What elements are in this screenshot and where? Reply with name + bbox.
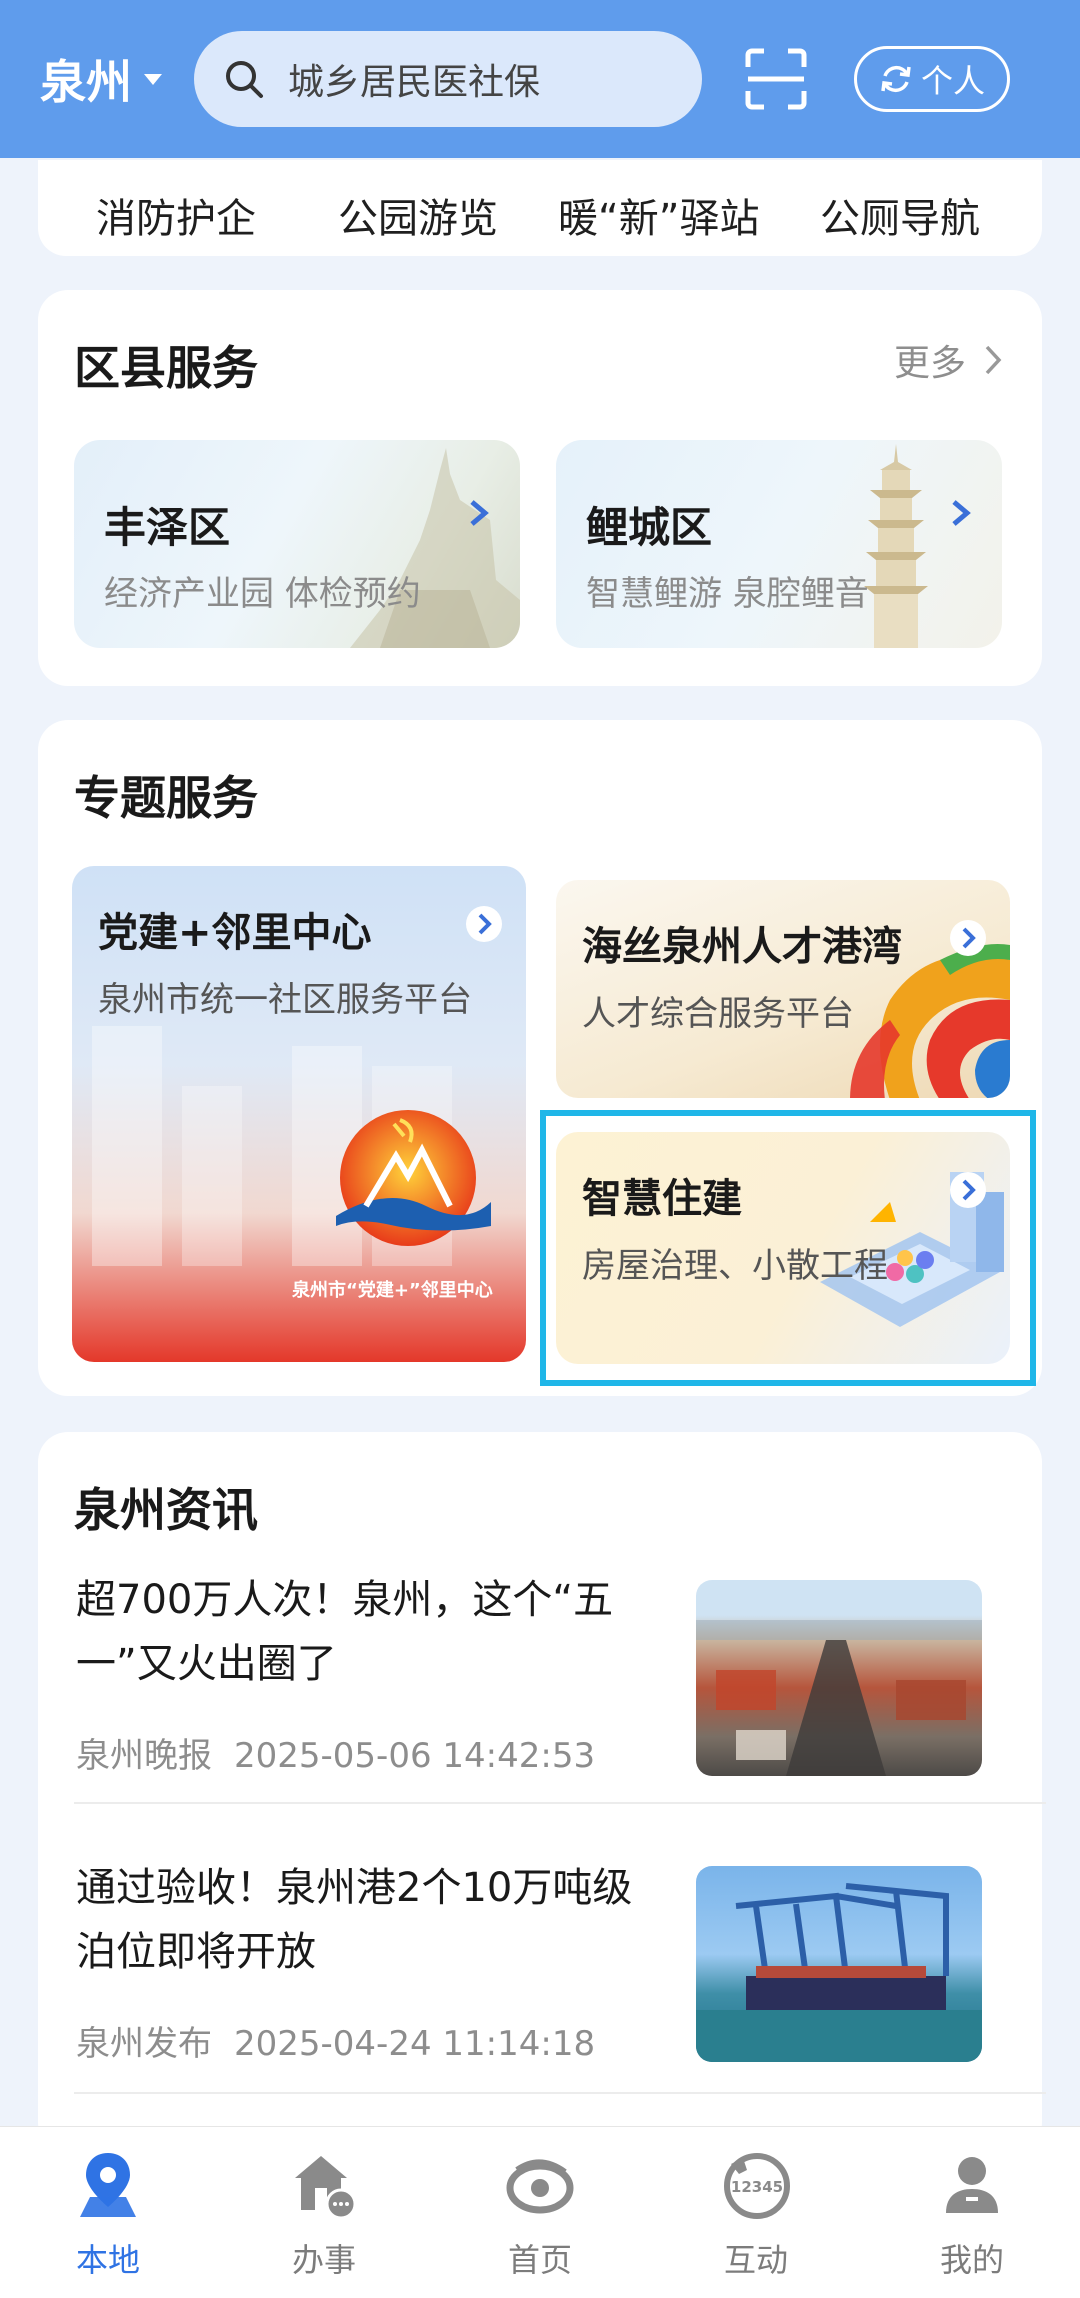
caret-down-icon — [144, 73, 162, 85]
topic-talent-harbor[interactable]: 海丝泉州人才港湾 人才综合服务平台 — [556, 880, 1010, 1098]
party-neighborhood-logo — [336, 1110, 491, 1246]
nav-label: 办事 — [291, 2241, 356, 2279]
topic-name: 海丝泉州人才港湾 — [582, 924, 902, 970]
personal-label: 个人 — [920, 62, 985, 100]
district-name: 鲤城区 — [586, 503, 713, 552]
user-profile-icon — [946, 2157, 998, 2213]
city-selector[interactable]: 泉州 — [40, 46, 162, 112]
more-label: 更多 — [893, 343, 966, 384]
news-meta: 泉州晚报 2025-05-06 14:42:53 — [76, 1728, 595, 1777]
chevron-right-icon — [470, 500, 489, 526]
news-source: 泉州晚报 — [76, 1736, 212, 1776]
news-thumbnail[interactable] — [696, 1580, 982, 1776]
nav-local[interactable]: 本地 — [38, 2145, 178, 2281]
district-desc: 经济产业园 体检预约 — [104, 574, 421, 614]
bottom-navigation: 本地 办事 首页 12345 互动 我的 — [0, 2126, 1080, 2298]
search-bar[interactable]: 城乡居民医社保 — [194, 31, 702, 127]
more-link[interactable]: 更多 — [894, 334, 1002, 386]
quick-link-fire[interactable]: 消防护企 — [96, 186, 256, 244]
topic-desc: 人才综合服务平台 — [582, 994, 854, 1034]
district-fengze[interactable]: 丰泽区 经济产业园 体检预约 — [74, 440, 520, 648]
hotline-12345-icon: 12345 — [724, 2153, 790, 2219]
chevron-right-icon — [985, 345, 1002, 375]
nav-home[interactable]: 首页 — [470, 2145, 610, 2281]
chevron-right-circle-icon — [466, 906, 502, 942]
topic-party-neighborhood[interactable]: 泉州市“党建+”邻里中心 党建+邻里中心 泉州市统一社区服务平台 — [72, 866, 526, 1362]
nav-label: 互动 — [723, 2241, 788, 2279]
nav-services[interactable]: 办事 — [254, 2145, 394, 2281]
refresh-icon — [881, 65, 911, 93]
quick-links-bar: 消防护企 公园游览 暖“新”驿站 公厕导航 — [38, 160, 1042, 256]
district-licheng[interactable]: 鲤城区 智慧鲤游 泉腔鲤音 — [556, 440, 1002, 648]
personal-mode-button[interactable]: 个人 — [854, 46, 1010, 112]
district-name: 丰泽区 — [104, 503, 231, 552]
nav-interact[interactable]: 12345 互动 — [686, 2145, 826, 2281]
home-logo-icon — [506, 2159, 574, 2214]
search-placeholder: 城乡居民医社保 — [288, 62, 541, 103]
pagoda-illustration — [864, 444, 928, 648]
statue-illustration — [350, 448, 520, 648]
news-meta: 泉州发布 2025-04-24 11:14:18 — [76, 2016, 595, 2065]
quick-link-park[interactable]: 公园游览 — [338, 186, 498, 244]
hotline-number: 12345 — [731, 2178, 783, 2196]
chevron-right-icon — [952, 500, 971, 526]
section-title: 泉州资讯 — [74, 1483, 258, 1537]
divider — [74, 2092, 1046, 2094]
nav-label: 我的 — [939, 2241, 1004, 2279]
nav-mine[interactable]: 我的 — [902, 2145, 1042, 2281]
search-icon — [226, 61, 263, 98]
news-title[interactable]: 通过验收！泉州港2个10万吨级泊位即将开放 — [76, 1856, 656, 1984]
location-pin-icon — [80, 2153, 136, 2217]
selection-highlight-frame — [540, 1110, 1036, 1386]
news-source: 泉州发布 — [76, 2024, 212, 2064]
topic-name: 党建+邻里中心 — [98, 910, 372, 956]
quick-link-toilet[interactable]: 公厕导航 — [820, 186, 980, 244]
scan-icon[interactable] — [744, 47, 808, 111]
news-time: 2025-05-06 14:42:53 — [234, 1736, 596, 1776]
top-header: 泉州 城乡居民医社保 个人 — [0, 0, 1080, 158]
news-card: 泉州资讯 超700万人次！泉州，这个“五一”又火出圈了 泉州晚报 2025-05-… — [38, 1432, 1046, 2152]
section-title: 区县服务 — [74, 341, 258, 395]
nav-label: 本地 — [75, 2241, 140, 2279]
divider — [74, 1802, 1046, 1804]
section-title: 专题服务 — [74, 771, 258, 825]
crowd-street-photo — [696, 1620, 982, 1776]
district-desc: 智慧鲤游 泉腔鲤音 — [586, 574, 869, 614]
news-time: 2025-04-24 11:14:18 — [234, 2024, 596, 2064]
quick-link-station[interactable]: 暖“新”驿站 — [558, 186, 759, 244]
city-label: 泉州 — [40, 55, 132, 109]
party-logo-caption: 泉州市“党建+”邻里中心 — [292, 1280, 493, 1301]
topic-desc: 泉州市统一社区服务平台 — [98, 980, 472, 1020]
news-title[interactable]: 超700万人次！泉州，这个“五一”又火出圈了 — [76, 1568, 656, 1696]
service-hall-icon — [295, 2156, 357, 2220]
news-thumbnail[interactable] — [696, 1866, 982, 2062]
nav-label: 首页 — [507, 2241, 572, 2279]
port-crane-photo — [696, 1883, 982, 2062]
chevron-right-circle-icon — [950, 920, 986, 956]
